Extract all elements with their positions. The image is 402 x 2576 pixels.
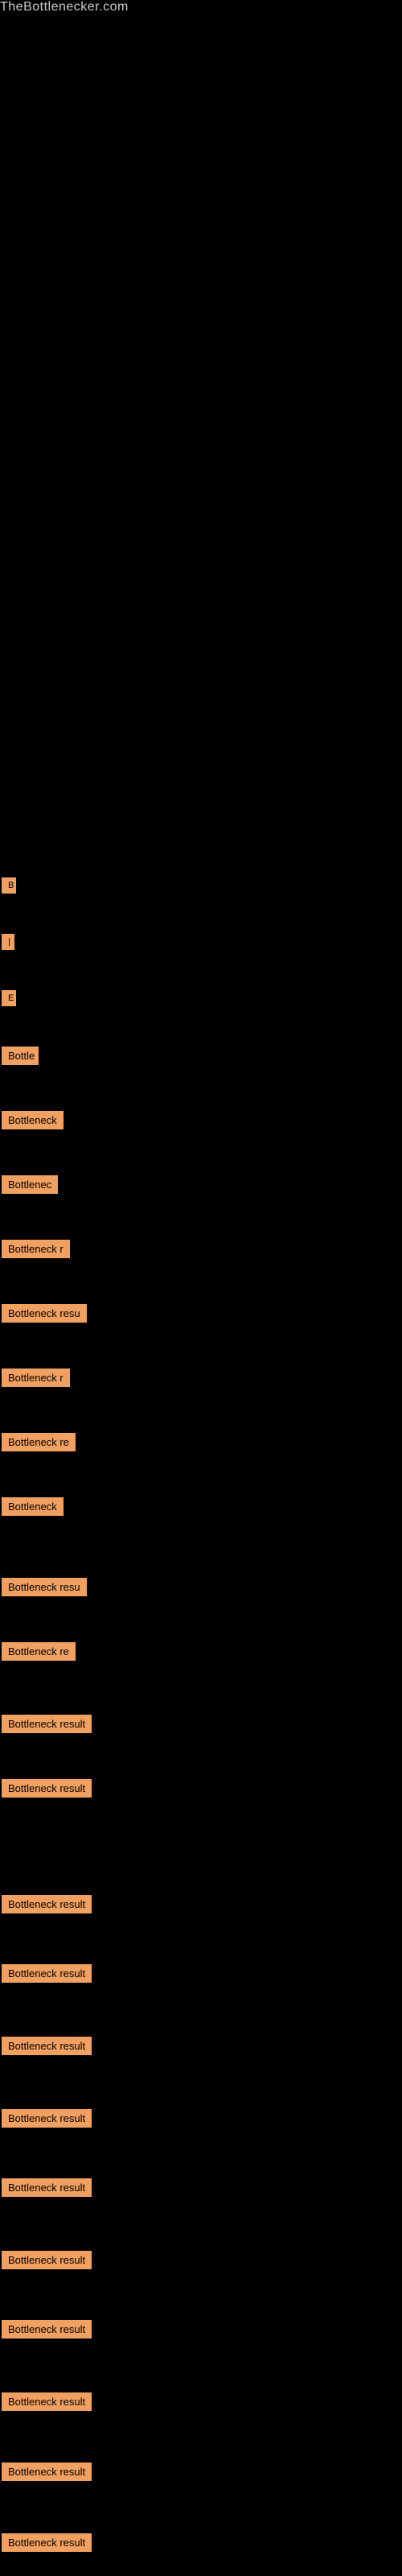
item-row: B bbox=[2, 877, 16, 899]
item-row: Bottleneck resu bbox=[2, 1304, 87, 1328]
item-row: Bottleneck result bbox=[2, 2392, 92, 2417]
item-row: Bottleneck result bbox=[2, 2462, 92, 2487]
bottleneck-badge[interactable]: Bottleneck resu bbox=[2, 1304, 87, 1323]
item-row: Bottleneck result bbox=[2, 2178, 92, 2202]
bottleneck-badge[interactable]: Bottleneck r bbox=[2, 1368, 70, 1387]
bottleneck-badge[interactable]: Bottleneck resu bbox=[2, 1578, 87, 1596]
item-row: Bottleneck bbox=[2, 1497, 64, 1521]
bottleneck-badge[interactable]: Bottleneck result bbox=[2, 2109, 92, 2128]
item-row: Bottleneck r bbox=[2, 1240, 70, 1264]
item-row: E bbox=[2, 990, 16, 1012]
bottleneck-badge[interactable]: Bottleneck result bbox=[2, 1895, 92, 1913]
item-row: Bottleneck result bbox=[2, 2533, 92, 2557]
item-row: Bottle bbox=[2, 1046, 39, 1071]
item-row: Bottleneck r bbox=[2, 1368, 70, 1393]
item-row: Bottleneck re bbox=[2, 1642, 76, 1666]
item-row: Bottleneck bbox=[2, 1111, 64, 1135]
item-row: Bottleneck resu bbox=[2, 1578, 87, 1602]
bottleneck-badge[interactable]: Bottleneck result bbox=[2, 1715, 92, 1733]
bottleneck-badge[interactable]: Bottleneck result bbox=[2, 2320, 92, 2339]
bottleneck-badge[interactable]: | bbox=[2, 934, 14, 950]
bottleneck-badge[interactable]: Bottleneck result bbox=[2, 2251, 92, 2269]
item-row: Bottleneck re bbox=[2, 1433, 76, 1457]
bottleneck-badge[interactable]: Bottleneck result bbox=[2, 2178, 92, 2197]
item-row: Bottlenec bbox=[2, 1175, 58, 1199]
item-row: Bottleneck result bbox=[2, 1779, 92, 1803]
bottleneck-badge[interactable]: Bottleneck result bbox=[2, 1779, 92, 1798]
item-row: Bottleneck result bbox=[2, 1895, 92, 1919]
bottleneck-badge[interactable]: Bottleneck result bbox=[2, 2392, 92, 2411]
bottleneck-badge[interactable]: Bottleneck result bbox=[2, 2462, 92, 2481]
site-title: TheBottlenecker.com bbox=[0, 0, 129, 14]
bottleneck-badge[interactable]: Bottleneck result bbox=[2, 1964, 92, 1983]
bottleneck-badge[interactable]: Bottle bbox=[2, 1046, 39, 1065]
bottleneck-badge[interactable]: Bottleneck r bbox=[2, 1240, 70, 1258]
bottleneck-badge[interactable]: Bottleneck re bbox=[2, 1642, 76, 1661]
bottleneck-badge[interactable]: Bottleneck result bbox=[2, 2533, 92, 2552]
item-row: Bottleneck result bbox=[2, 1964, 92, 1988]
item-row: Bottleneck result bbox=[2, 2037, 92, 2061]
item-row: | bbox=[2, 934, 14, 956]
bottleneck-badge[interactable]: Bottleneck re bbox=[2, 1433, 76, 1451]
item-row: Bottleneck result bbox=[2, 2320, 92, 2344]
item-row: Bottleneck result bbox=[2, 2251, 92, 2275]
bottleneck-badge[interactable]: B bbox=[2, 877, 16, 894]
item-row: Bottleneck result bbox=[2, 1715, 92, 1739]
bottleneck-badge[interactable]: Bottleneck bbox=[2, 1497, 64, 1516]
bottleneck-badge[interactable]: Bottlenec bbox=[2, 1175, 58, 1194]
bottleneck-badge[interactable]: E bbox=[2, 990, 16, 1006]
item-row: Bottleneck result bbox=[2, 2109, 92, 2133]
bottleneck-badge[interactable]: Bottleneck bbox=[2, 1111, 64, 1129]
bottleneck-badge[interactable]: Bottleneck result bbox=[2, 2037, 92, 2055]
